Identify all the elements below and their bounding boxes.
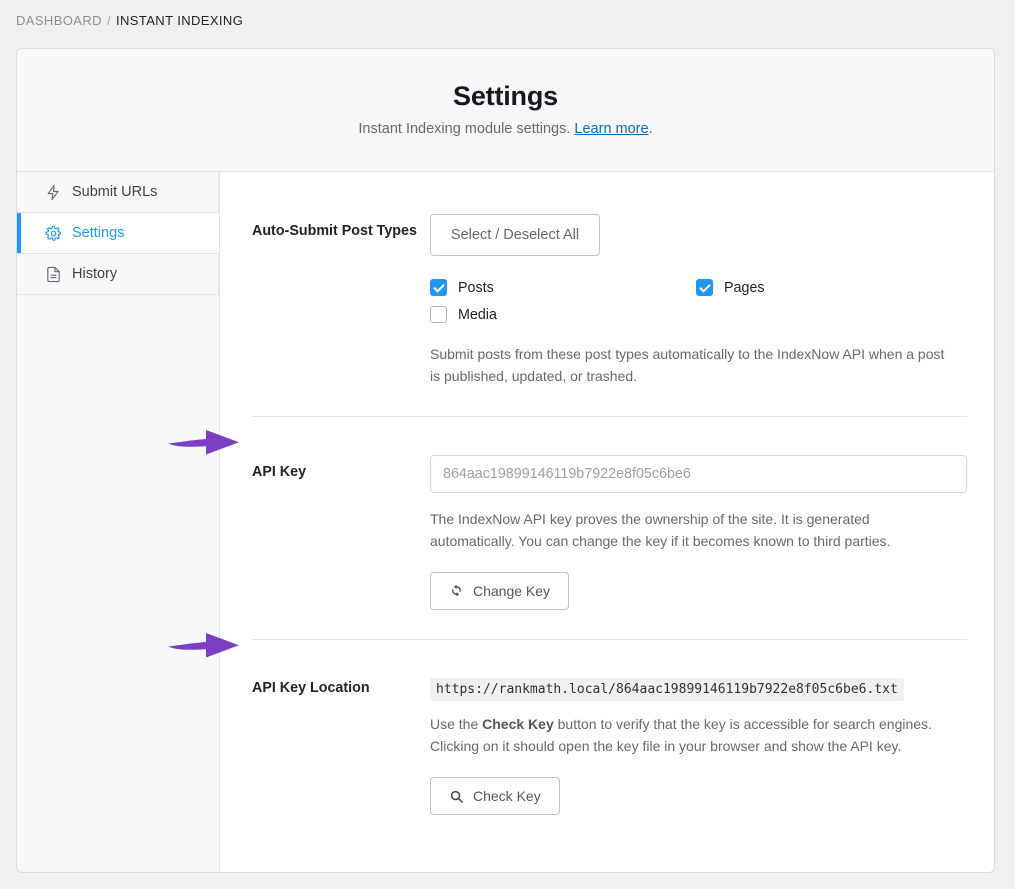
page-title: Settings [453,81,558,111]
api-key-input[interactable]: 864aac19899146119b7922e8f05c6be6 [430,454,967,493]
api-key-value: 864aac19899146119b7922e8f05c6be6 [443,465,691,482]
field-description: Submit posts from these post types autom… [430,346,945,384]
desc-part-1: Use the [430,716,483,733]
panel-header: Settings Instant Indexing module setting… [17,49,994,172]
field-label: Auto-Submit Post Types [252,223,417,239]
settings-content: Auto-Submit Post Types Select / Deselect… [219,172,994,872]
document-list-icon [44,265,62,283]
sidebar-item-history[interactable]: History [17,254,219,295]
change-key-label: Change Key [473,582,551,599]
breadcrumb-current: INSTANT INDEXING [115,13,244,28]
checkbox-pages-box[interactable] [696,279,713,296]
check-key-button[interactable]: Check Key [430,777,560,816]
field-description: Use the Check Key button to verify that … [430,714,967,758]
sidebar-item-label: History [72,266,118,282]
checkbox-media-label: Media [458,306,497,323]
field-body: https://rankmath.local/864aac19899146119… [430,677,967,816]
field-label: API Key [252,463,307,480]
breadcrumb-separator: / [106,13,111,28]
checkbox-pages[interactable]: Pages [696,279,967,296]
checkbox-media[interactable]: Media [430,306,696,323]
checkbox-posts[interactable]: Posts [430,279,696,296]
page-subtitle: Instant Indexing module settings. Learn … [17,121,994,137]
select-deselect-all-button[interactable]: Select / Deselect All [430,214,600,256]
change-key-button[interactable]: Change Key [430,571,570,610]
learn-more-link[interactable]: Learn more [574,121,648,137]
sidebar-item-label: Submit URLs [72,184,158,200]
breadcrumb-dashboard-link[interactable]: DASHBOARD [16,13,102,28]
gear-icon [44,224,62,242]
panel-body: Submit URLs Settings History Auto-Submit… [17,172,994,872]
field-label: API Key Location [252,679,370,696]
field-body: Select / Deselect All Posts Pages Media … [430,214,967,388]
sidebar-item-label: Settings [72,225,125,241]
desc-bold: Check Key [482,716,554,733]
sidebar-item-submit-urls[interactable]: Submit URLs [17,172,219,213]
page-subtitle-text: Instant Indexing module settings. [358,121,571,137]
field-auto-submit-post-types: Auto-Submit Post Types Select / Deselect… [252,172,967,388]
checkbox-posts-label: Posts [458,279,494,296]
field-api-key: API Key 864aac19899146119b7922e8f05c6be6… [252,415,967,610]
check-key-label: Check Key [473,788,541,805]
lightning-bolt-icon [44,183,62,201]
settings-panel: Settings Instant Indexing module setting… [16,48,995,873]
api-key-location-value[interactable]: https://rankmath.local/864aac19899146119… [430,677,904,702]
tab-rail: Submit URLs Settings History [17,172,219,872]
checkbox-pages-label: Pages [724,279,765,296]
breadcrumb: DASHBOARD / INSTANT INDEXING [16,13,243,28]
page-subtitle-period: . [648,121,653,137]
field-description: The IndexNow API key proves the ownershi… [430,510,891,549]
checkbox-posts-box[interactable] [430,279,447,296]
checkbox-media-box[interactable] [430,306,447,323]
field-body: 864aac19899146119b7922e8f05c6be6 The Ind… [430,454,967,610]
post-type-checkbox-group: Posts Pages Media [430,279,967,323]
search-icon [449,789,464,804]
sidebar-item-settings[interactable]: Settings [17,213,219,254]
field-api-key-location: API Key Location https://rankmath.local/… [252,638,967,816]
refresh-icon [449,583,464,598]
